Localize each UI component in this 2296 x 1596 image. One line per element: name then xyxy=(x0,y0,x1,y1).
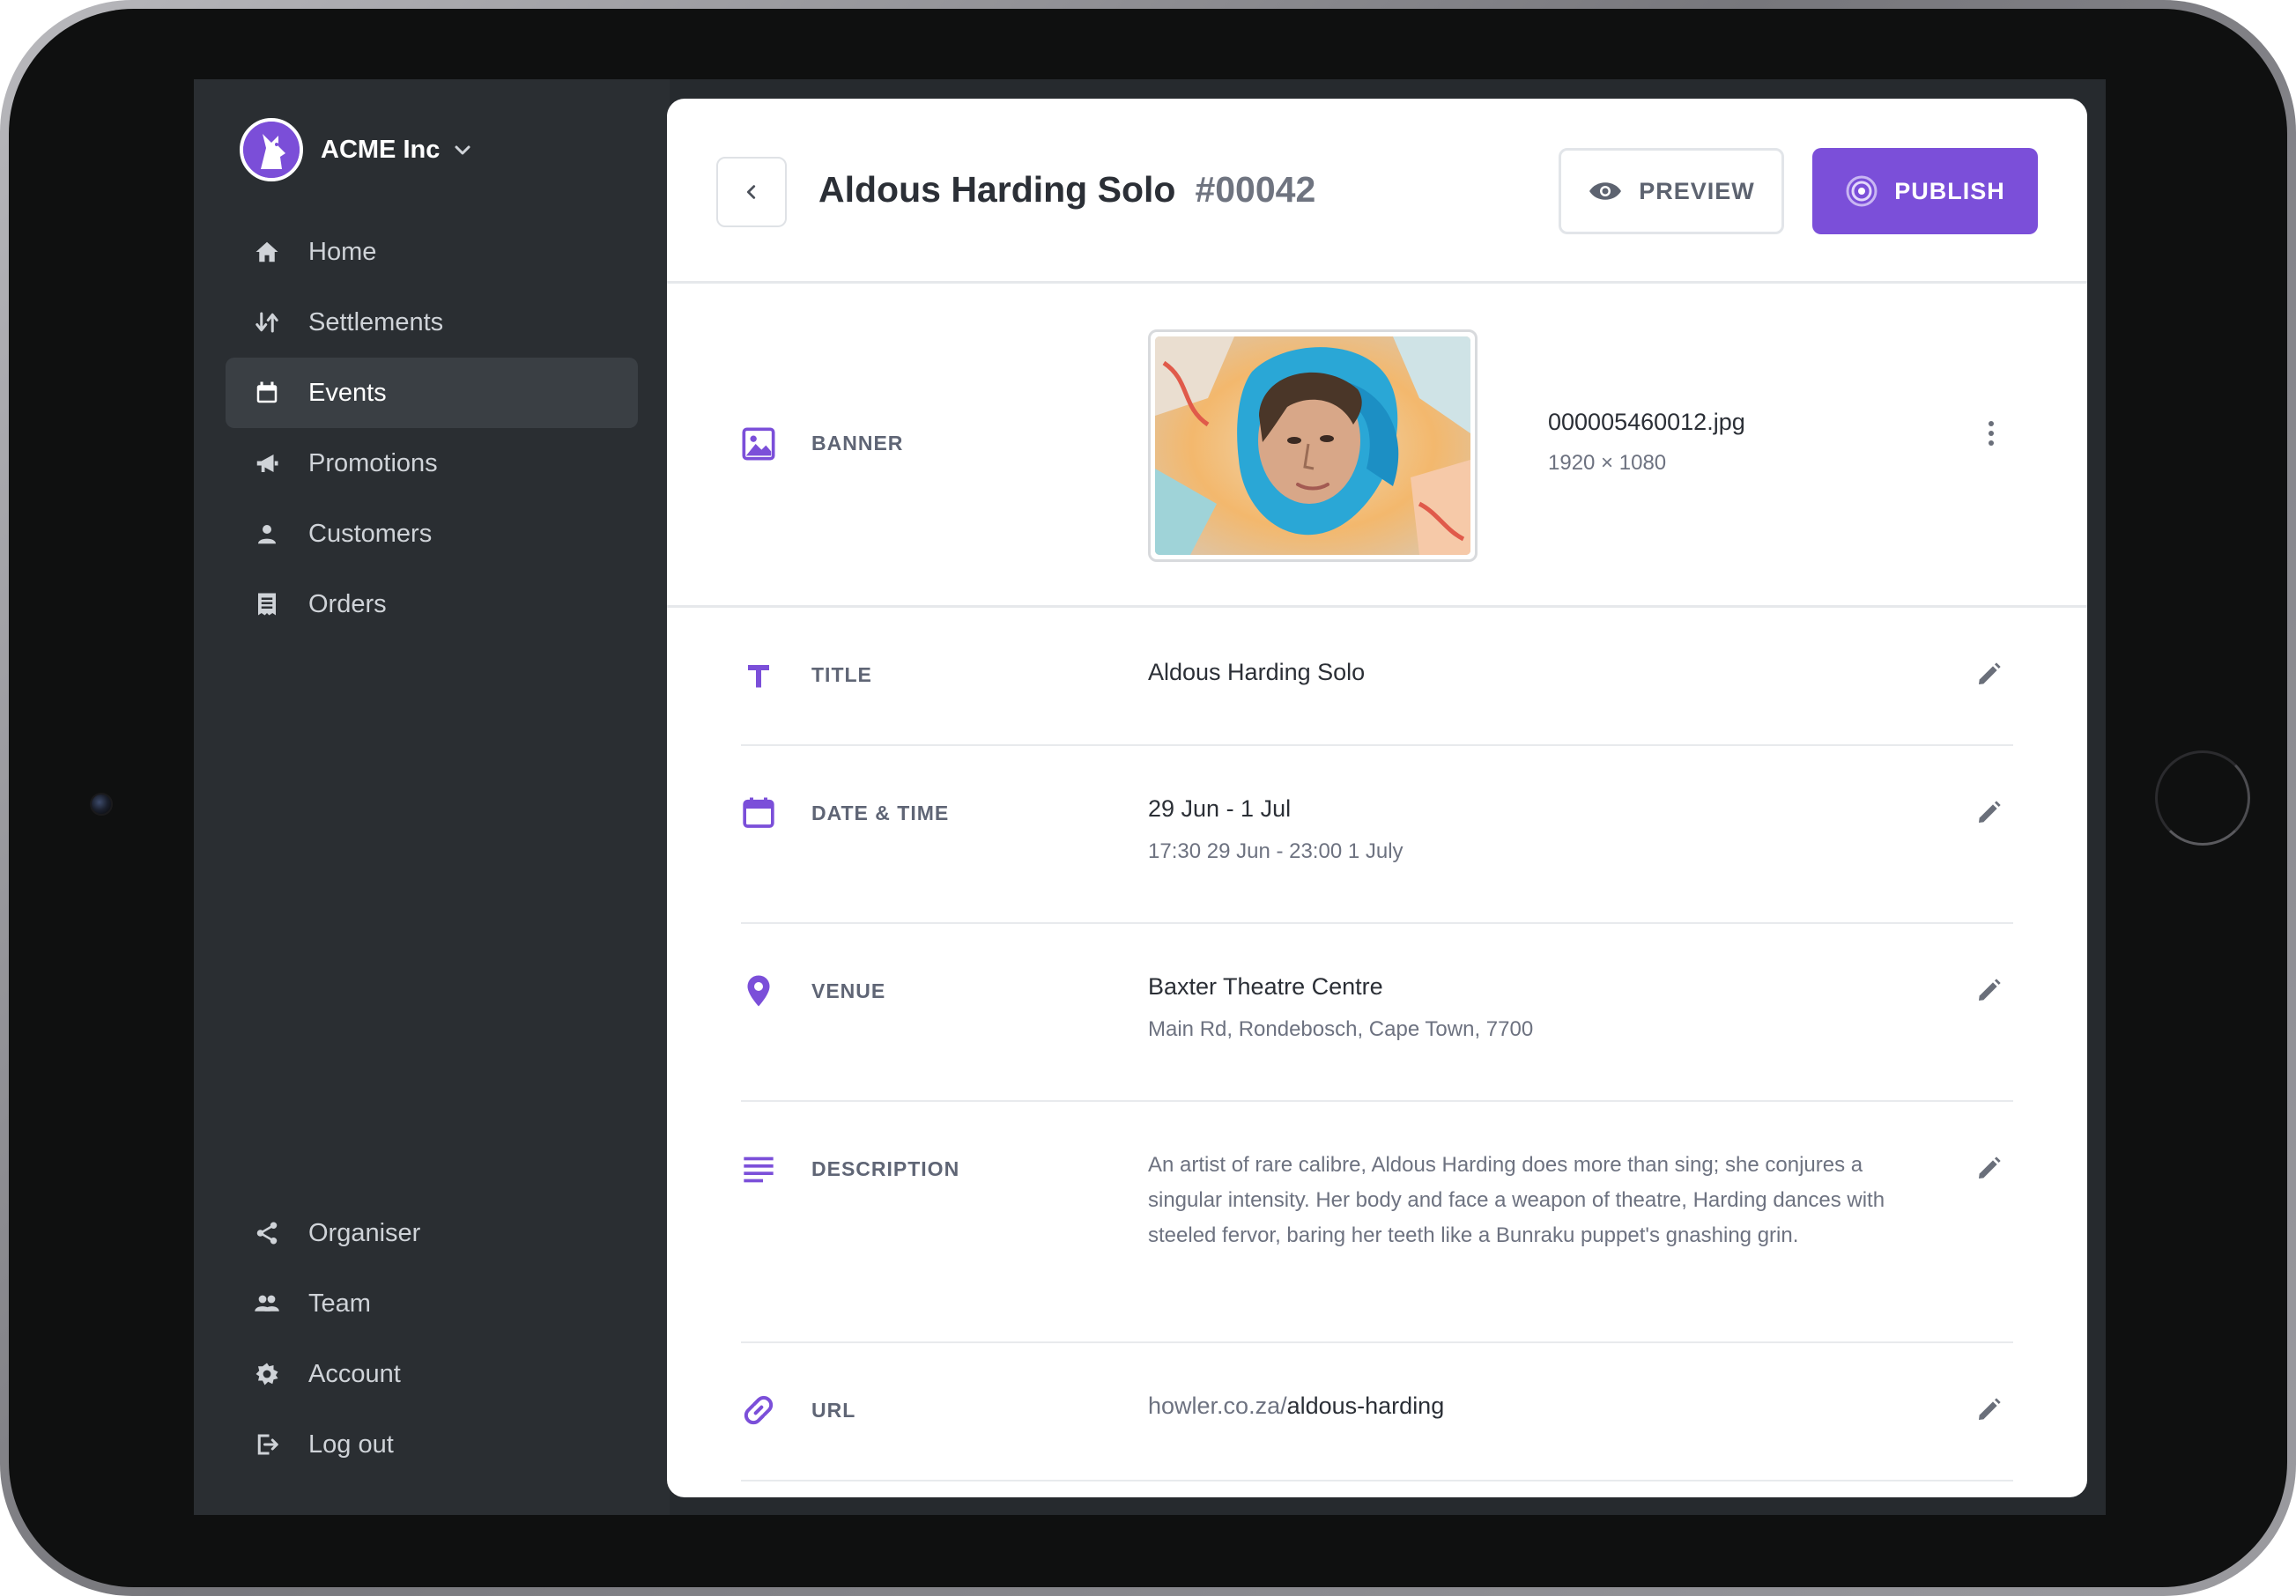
home-icon xyxy=(252,237,282,267)
publish-label: PUBLISH xyxy=(1894,177,2005,204)
home-button[interactable] xyxy=(2155,750,2250,846)
link-icon xyxy=(741,1393,776,1428)
people-icon xyxy=(252,1289,282,1319)
venue-value: Baxter Theatre Centre xyxy=(1148,973,1383,1000)
edit-pencil-icon[interactable] xyxy=(1974,1394,2004,1424)
venue-address: Main Rd, Rondebosch, Cape Town, 7700 xyxy=(1148,1017,1534,1041)
description-field: DESCRIPTION An artist of rare calibre, A… xyxy=(741,1102,2013,1343)
page-header: Aldous Harding Solo #00042 PREVIEW PUBLIS… xyxy=(667,99,2087,284)
chevron-down-icon xyxy=(452,139,473,160)
calendar-icon xyxy=(741,795,776,831)
edit-pencil-icon[interactable] xyxy=(1974,975,2004,1005)
nav-label: Home xyxy=(308,237,377,266)
page-title: Aldous Harding Solo #00042 xyxy=(818,169,1315,211)
event-detail-card: Aldous Harding Solo #00042 PREVIEW PUBLIS… xyxy=(667,99,2087,1497)
publish-button[interactable]: PUBLISH xyxy=(1812,148,2038,234)
nav-label: Team xyxy=(308,1289,371,1318)
logout-icon xyxy=(252,1430,282,1459)
url-slug: aldous-harding xyxy=(1286,1393,1445,1419)
field-label: TITLE xyxy=(811,663,872,686)
banner-dimensions: 1920 × 1080 xyxy=(1548,451,1667,475)
field-label: VENUE xyxy=(811,979,886,1002)
app-screen: ACME Inc Home Settlements Events Promoti… xyxy=(194,79,2106,1515)
nav-label: Events xyxy=(308,378,387,407)
person-icon xyxy=(252,519,282,549)
nav-label: Promotions xyxy=(308,448,438,477)
nav-label: Log out xyxy=(308,1430,394,1459)
text-icon xyxy=(741,658,776,693)
org-name: ACME Inc xyxy=(321,135,441,164)
image-icon xyxy=(741,426,776,462)
chevron-left-icon xyxy=(746,185,756,199)
nav-item-promotions[interactable]: Promotions xyxy=(226,428,638,499)
url-base: howler.co.za/ xyxy=(1148,1393,1287,1419)
secondary-nav: Organiser Team Account Log out xyxy=(226,1198,638,1480)
org-logo xyxy=(240,118,303,181)
nav-label: Customers xyxy=(308,519,433,548)
event-number: #00042 xyxy=(1195,169,1316,210)
front-camera xyxy=(90,793,113,816)
receipt-icon xyxy=(252,589,282,619)
nav-item-account[interactable]: Account xyxy=(226,1339,638,1409)
nav-item-events[interactable]: Events xyxy=(226,358,638,428)
title-value: Aldous Harding Solo xyxy=(1148,659,1366,685)
preview-label: PREVIEW xyxy=(1639,177,1755,204)
nav-label: Settlements xyxy=(308,307,444,336)
edit-pencil-icon[interactable] xyxy=(1974,797,2004,827)
eye-icon xyxy=(1588,179,1623,203)
edit-pencil-icon[interactable] xyxy=(1974,1153,2004,1183)
field-label: DATE & TIME xyxy=(811,802,950,824)
nav-item-settlements[interactable]: Settlements xyxy=(226,287,638,358)
back-button[interactable] xyxy=(716,157,787,227)
nav-label: Organiser xyxy=(308,1218,421,1247)
nav-item-organiser[interactable]: Organiser xyxy=(226,1198,638,1268)
datetime-value: 29 Jun - 1 Jul xyxy=(1148,795,1292,822)
venue-field: VENUE Baxter Theatre Centre Main Rd, Ron… xyxy=(741,924,2013,1102)
title-field: TITLE Aldous Harding Solo xyxy=(741,608,2013,746)
org-switcher[interactable]: ACME Inc xyxy=(240,118,473,181)
banner-file-name: 000005460012.jpg xyxy=(1548,409,1745,435)
nav-item-logout[interactable]: Log out xyxy=(226,1409,638,1480)
field-label: DESCRIPTION xyxy=(811,1157,960,1180)
datetime-field: DATE & TIME 29 Jun - 1 Jul 17:30 29 Jun … xyxy=(741,746,2013,924)
field-label: URL xyxy=(811,1399,856,1422)
banner-field: BANNER 000005460012.jpg 1920 × 1080 xyxy=(667,284,2087,608)
event-title: Aldous Harding Solo xyxy=(818,169,1176,210)
swap-vertical-icon xyxy=(252,307,282,337)
gear-icon xyxy=(252,1359,282,1389)
calendar-icon xyxy=(252,378,282,408)
share-icon xyxy=(252,1218,282,1248)
edit-pencil-icon[interactable] xyxy=(1974,659,2004,689)
more-vertical-icon[interactable] xyxy=(1978,416,2004,451)
nav-item-orders[interactable]: Orders xyxy=(226,569,638,639)
preview-button[interactable]: PREVIEW xyxy=(1559,148,1784,234)
nav-item-team[interactable]: Team xyxy=(226,1268,638,1339)
align-left-icon xyxy=(741,1151,776,1186)
description-value: An artist of rare calibre, Aldous Hardin… xyxy=(1148,1153,1885,1247)
location-pin-icon xyxy=(741,973,776,1009)
field-label: BANNER xyxy=(811,432,904,454)
nav-label: Account xyxy=(308,1359,401,1388)
broadcast-icon xyxy=(1845,174,1878,208)
url-field: URL howler.co.za/aldous-harding xyxy=(741,1343,2013,1481)
url-value[interactable]: howler.co.za/aldous-harding xyxy=(1148,1393,1444,1420)
nav-item-customers[interactable]: Customers xyxy=(226,499,638,569)
primary-nav: Home Settlements Events Promotions Custo… xyxy=(226,217,638,639)
sidebar: ACME Inc Home Settlements Events Promoti… xyxy=(194,79,670,1515)
nav-item-home[interactable]: Home xyxy=(226,217,638,287)
nav-label: Orders xyxy=(308,589,387,618)
banner-image[interactable] xyxy=(1148,329,1478,562)
datetime-detail: 17:30 29 Jun - 23:00 1 July xyxy=(1148,839,1404,863)
tablet-device-frame: ACME Inc Home Settlements Events Promoti… xyxy=(0,0,2296,1596)
megaphone-icon xyxy=(252,448,282,478)
